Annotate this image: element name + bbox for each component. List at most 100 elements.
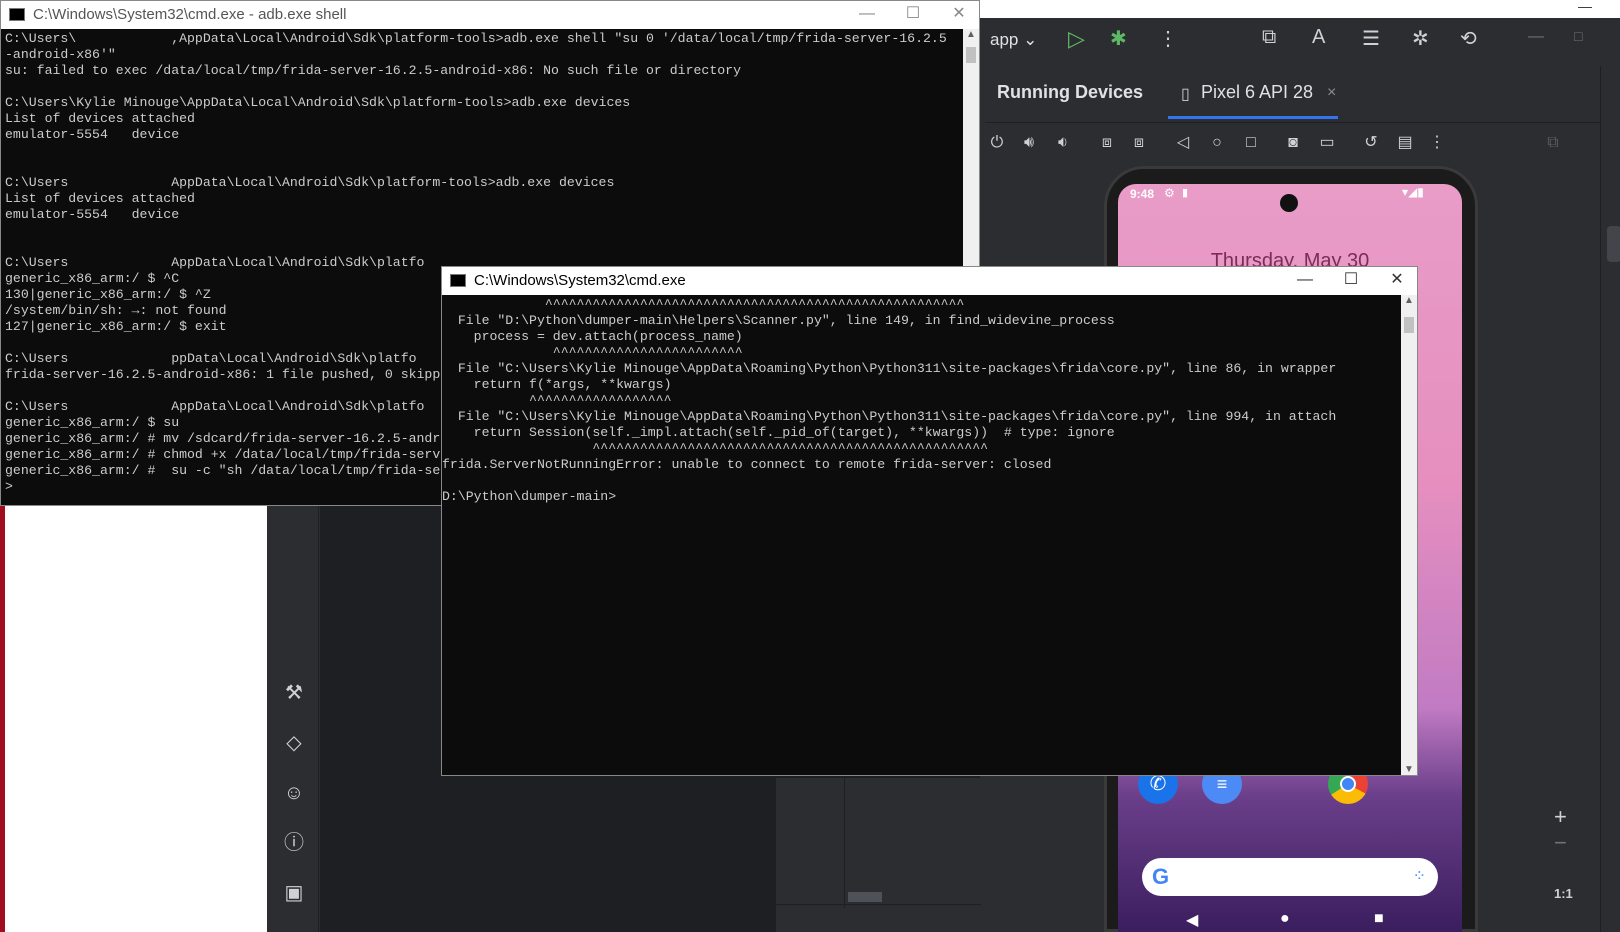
overview-icon[interactable]: □ xyxy=(1239,131,1263,155)
phone-nav-bar: ◀ ● ■ xyxy=(1118,908,1462,932)
screenshot-icon[interactable]: ◙ xyxy=(1281,131,1305,155)
cmd-icon xyxy=(9,8,25,21)
console-line: process = dev.attach(process_name) xyxy=(442,329,743,344)
close-button[interactable]: ✕ xyxy=(1377,269,1417,293)
scroll-thumb[interactable] xyxy=(1404,317,1414,333)
google-search-bar[interactable]: G ⁘ xyxy=(1142,858,1438,896)
running-devices-title: Running Devices xyxy=(997,82,1144,102)
studio-toolbar: app ⌄ ▷ ✱ ⋮ ⧉ A ☰ ✲ ⟲ — □ xyxy=(980,18,1620,66)
problems-icon[interactable]: ⓘ xyxy=(281,830,307,856)
device-tab-icon: ▯ xyxy=(1181,86,1190,103)
more-icon[interactable]: ⋮ xyxy=(1158,26,1178,51)
translate-icon[interactable]: A xyxy=(1312,26,1325,49)
gem-icon[interactable]: ◇ xyxy=(281,730,307,756)
back-icon[interactable]: ◁ xyxy=(1171,131,1195,155)
logcat-icon[interactable]: ☺ xyxy=(281,780,307,806)
minimize-button[interactable]: — xyxy=(1285,269,1325,293)
console-line: C:\Users\Kylie Minouge\AppData\Local\And… xyxy=(5,95,631,110)
debug-icon[interactable]: ✱ xyxy=(1110,26,1127,51)
scroll-thumb[interactable] xyxy=(966,47,976,63)
console-line: ^^^^^^^^^^^^^^^^^^^^^^^^ xyxy=(442,345,743,360)
device-controls: ⏻ 🔊︎ 🔉︎ ⧈ ⧈ ◁ ○ □ ◙ ▭ ↺ ▤ ⋮ ⧉ xyxy=(985,122,1620,162)
tool-window-bar: ⚒ ◇ ☺ ⓘ ▣ xyxy=(267,506,319,932)
home-icon[interactable]: ○ xyxy=(1205,131,1229,155)
cmd-icon xyxy=(450,274,466,287)
zoom-out-icon[interactable]: − xyxy=(1554,830,1567,856)
console-line: C:\Users\ ,AppData\Local\Android\Sdk\pla… xyxy=(5,31,947,46)
scroll-down-icon[interactable]: ▼ xyxy=(1404,764,1414,775)
console-line: emulator-5554 device xyxy=(5,127,180,142)
close-button[interactable]: ✕ xyxy=(939,3,979,27)
maximize-button[interactable]: ☐ xyxy=(893,3,933,27)
maximize-button[interactable]: ☐ xyxy=(1331,269,1371,293)
blank-panel xyxy=(5,506,267,932)
assistant-icon[interactable]: ⁘ xyxy=(1413,866,1426,886)
google-logo-icon: G xyxy=(1152,864,1170,889)
volume-up-icon[interactable]: 🔊︎ xyxy=(1017,131,1041,155)
console-line: su: failed to exec /data/local/tmp/frida… xyxy=(5,63,741,78)
build-icon[interactable]: ⚒ xyxy=(281,680,307,706)
window-min-icon[interactable]: — xyxy=(1528,28,1544,46)
sync-icon[interactable]: ☰ xyxy=(1362,26,1380,51)
console-line: ^^^^^^^^^^^^^^^^^^ xyxy=(442,393,672,408)
scroll-up-icon[interactable]: ▲ xyxy=(1404,295,1414,306)
power-icon[interactable]: ⏻ xyxy=(985,131,1009,155)
rotate-left-icon[interactable]: ⧈ xyxy=(1095,131,1119,155)
snapshot-icon[interactable]: ▤ xyxy=(1393,131,1417,155)
panel-scroll-thumb[interactable] xyxy=(848,892,882,902)
cmd-titlebar[interactable]: C:\Windows\System32\cmd.exe — ☐ ✕ xyxy=(442,267,1417,295)
nav-recents-icon[interactable]: ■ xyxy=(1374,910,1384,928)
lower-panel xyxy=(775,778,981,932)
screen-record-icon[interactable]: ▭ xyxy=(1315,131,1339,155)
panel-divider xyxy=(844,778,845,908)
cmd-title: C:\Windows\System32\cmd.exe - adb.exe sh… xyxy=(33,6,347,23)
console-line: File "C:\Users\Kylie Minouge\AppData\Roa… xyxy=(442,361,1337,376)
nav-back-icon[interactable]: ◀ xyxy=(1186,910,1198,930)
device-more-icon[interactable]: ⋮ xyxy=(1425,131,1449,155)
nav-home-icon[interactable]: ● xyxy=(1280,910,1290,928)
minimize-button[interactable]: — xyxy=(847,3,887,27)
running-devices-header: Running Devices ▯ Pixel 6 API 28 × xyxy=(985,72,1620,122)
vcs-icon[interactable]: ⟲ xyxy=(1460,26,1477,51)
right-tool-active[interactable] xyxy=(1607,226,1620,262)
run-icon[interactable]: ▷ xyxy=(1068,26,1085,52)
run-config-select[interactable]: app ⌄ xyxy=(990,30,1037,50)
console-line: frida.ServerNotRunningError: unable to c… xyxy=(442,457,1052,472)
studio-title-strip: — xyxy=(980,0,1620,18)
console-line: return f(*args, **kwargs) xyxy=(442,377,672,392)
volume-down-icon[interactable]: 🔉︎ xyxy=(1051,131,1075,155)
panel-bottom-divider xyxy=(776,904,981,905)
console-line: emulator-5554 device xyxy=(5,207,180,222)
rotate-right-icon[interactable]: ⧈ xyxy=(1127,131,1151,155)
signal-icon: ▾◢▮ xyxy=(1402,185,1424,199)
cmd-scrollbar[interactable]: ▲ ▼ xyxy=(1401,295,1417,775)
reset-icon[interactable]: ↺ xyxy=(1359,131,1383,155)
zoom-actual-size[interactable]: 1:1 xyxy=(1554,886,1573,901)
device-manager-icon[interactable]: ⧉ xyxy=(1262,26,1276,49)
console-line: return Session(self._impl.attach(self._p… xyxy=(442,425,1115,440)
minimize-icon[interactable]: — xyxy=(1578,0,1592,14)
terminal-icon[interactable]: ▣ xyxy=(281,880,307,906)
cmd-window-python[interactable]: C:\Windows\System32\cmd.exe — ☐ ✕ ^^^^^^… xyxy=(441,266,1418,776)
close-tab-icon[interactable]: × xyxy=(1327,84,1336,102)
cmd-output: ^^^^^^^^^^^^^^^^^^^^^^^^^^^^^^^^^^^^^^^^… xyxy=(442,297,1399,775)
scroll-up-icon[interactable]: ▲ xyxy=(966,29,976,40)
console-line: File "C:\Users\Kylie Minouge\AppData\Roa… xyxy=(442,409,1337,424)
console-line: ^^^^^^^^^^^^^^^^^^^^^^^^^^^^^^^^^^^^^^^^… xyxy=(442,441,989,456)
zoom-in-icon[interactable]: + xyxy=(1554,804,1567,830)
window-max-icon[interactable]: □ xyxy=(1574,28,1582,44)
cmd-titlebar[interactable]: C:\Windows\System32\cmd.exe - adb.exe sh… xyxy=(1,1,979,29)
status-time: 9:48 xyxy=(1130,187,1155,201)
active-tab-indicator xyxy=(1168,116,1338,119)
cmd-title: C:\Windows\System32\cmd.exe xyxy=(474,272,686,289)
mirror-icon[interactable]: ⧉ xyxy=(1541,131,1565,155)
tab-pixel-6[interactable]: Pixel 6 API 28 xyxy=(1201,82,1313,103)
bug-icon[interactable]: ✲ xyxy=(1412,26,1429,51)
console-line: List of devices attached xyxy=(5,191,195,206)
console-line: List of devices attached xyxy=(5,111,195,126)
